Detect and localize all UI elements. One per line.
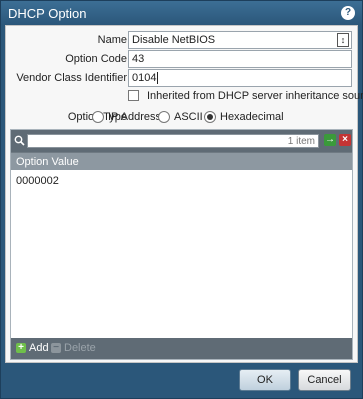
arrow-right-icon[interactable]: → bbox=[324, 134, 336, 146]
delete-button[interactable]: − Delete bbox=[51, 342, 96, 356]
title-bar: DHCP Option ? bbox=[1, 1, 362, 25]
search-icon bbox=[14, 135, 25, 146]
item-count: 1 item bbox=[287, 136, 315, 147]
radio-ip-address-label[interactable]: IP Address bbox=[108, 111, 161, 123]
add-button[interactable]: + Add bbox=[16, 342, 49, 356]
search-input[interactable]: 1 item bbox=[27, 134, 319, 148]
clear-icon[interactable]: × bbox=[339, 134, 351, 146]
radio-hexadecimal-label[interactable]: Hexadecimal bbox=[220, 111, 284, 123]
name-row: Name Disable NetBIOS ↕ bbox=[6, 31, 357, 49]
inherit-checkbox[interactable] bbox=[128, 90, 139, 101]
plus-icon: + bbox=[16, 343, 26, 354]
grid-toolbar: 1 item → × bbox=[11, 130, 352, 152]
vendor-class-label: Vendor Class Identifier bbox=[16, 72, 127, 84]
minus-icon: − bbox=[51, 343, 61, 354]
dialog-title: DHCP Option bbox=[8, 6, 87, 21]
radio-hexadecimal[interactable] bbox=[204, 111, 216, 123]
radio-ascii-label[interactable]: ASCII bbox=[174, 111, 203, 123]
cancel-button[interactable]: Cancel bbox=[298, 369, 351, 391]
name-label: Name bbox=[97, 34, 127, 46]
vendor-class-row: Vendor Class Identifier 0104 bbox=[6, 69, 357, 87]
help-icon[interactable]: ? bbox=[341, 6, 355, 20]
inherit-label: Inherited from DHCP server inheritance s… bbox=[147, 90, 363, 102]
column-header-option-value[interactable]: Option Value bbox=[11, 152, 352, 170]
name-value: Disable NetBIOS bbox=[132, 34, 216, 46]
radio-ascii[interactable] bbox=[158, 111, 170, 123]
column-header-label: Option Value bbox=[16, 156, 79, 168]
add-label: Add bbox=[29, 342, 49, 354]
text-cursor bbox=[157, 72, 159, 85]
grid-footer: + Add − Delete bbox=[11, 338, 352, 359]
variable-tool-icon[interactable]: ↕ bbox=[337, 33, 349, 47]
dhcp-option-dialog: DHCP Option ? Name Disable NetBIOS ↕ Opt… bbox=[0, 0, 363, 399]
vendor-class-value: 0104 bbox=[132, 72, 157, 84]
option-code-field[interactable]: 43 bbox=[128, 50, 352, 68]
option-code-row: Option Code 43 bbox=[6, 50, 357, 68]
option-value-grid: 1 item → × Option Value 0000002 + Add − De… bbox=[10, 129, 353, 360]
option-code-value: 43 bbox=[132, 53, 145, 65]
option-code-label: Option Code bbox=[65, 53, 127, 65]
delete-label: Delete bbox=[64, 342, 96, 354]
ok-button[interactable]: OK bbox=[239, 369, 291, 391]
dialog-body: Name Disable NetBIOS ↕ Option Code 43 Ve… bbox=[5, 25, 363, 363]
vendor-class-field[interactable]: 0104 bbox=[128, 69, 352, 87]
option-type-row: Option Type IP Address ASCII Hexadecimal bbox=[6, 109, 357, 125]
table-row[interactable]: 0000002 bbox=[16, 175, 59, 187]
name-field[interactable]: Disable NetBIOS ↕ bbox=[128, 31, 352, 49]
radio-ip-address[interactable] bbox=[92, 111, 104, 123]
